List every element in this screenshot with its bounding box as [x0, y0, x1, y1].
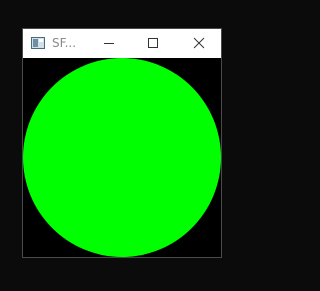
render-canvas[interactable]: [23, 58, 221, 257]
green-circle: [23, 58, 221, 257]
title-bar[interactable]: SF...: [23, 29, 221, 58]
minimize-button[interactable]: [87, 29, 131, 58]
maximize-button[interactable]: [131, 29, 175, 58]
close-icon: [193, 37, 205, 49]
app-icon: [31, 37, 45, 49]
app-window: SF...: [22, 28, 222, 258]
window-title: SF...: [52, 36, 77, 50]
maximize-icon: [148, 38, 158, 48]
close-button[interactable]: [177, 29, 221, 58]
